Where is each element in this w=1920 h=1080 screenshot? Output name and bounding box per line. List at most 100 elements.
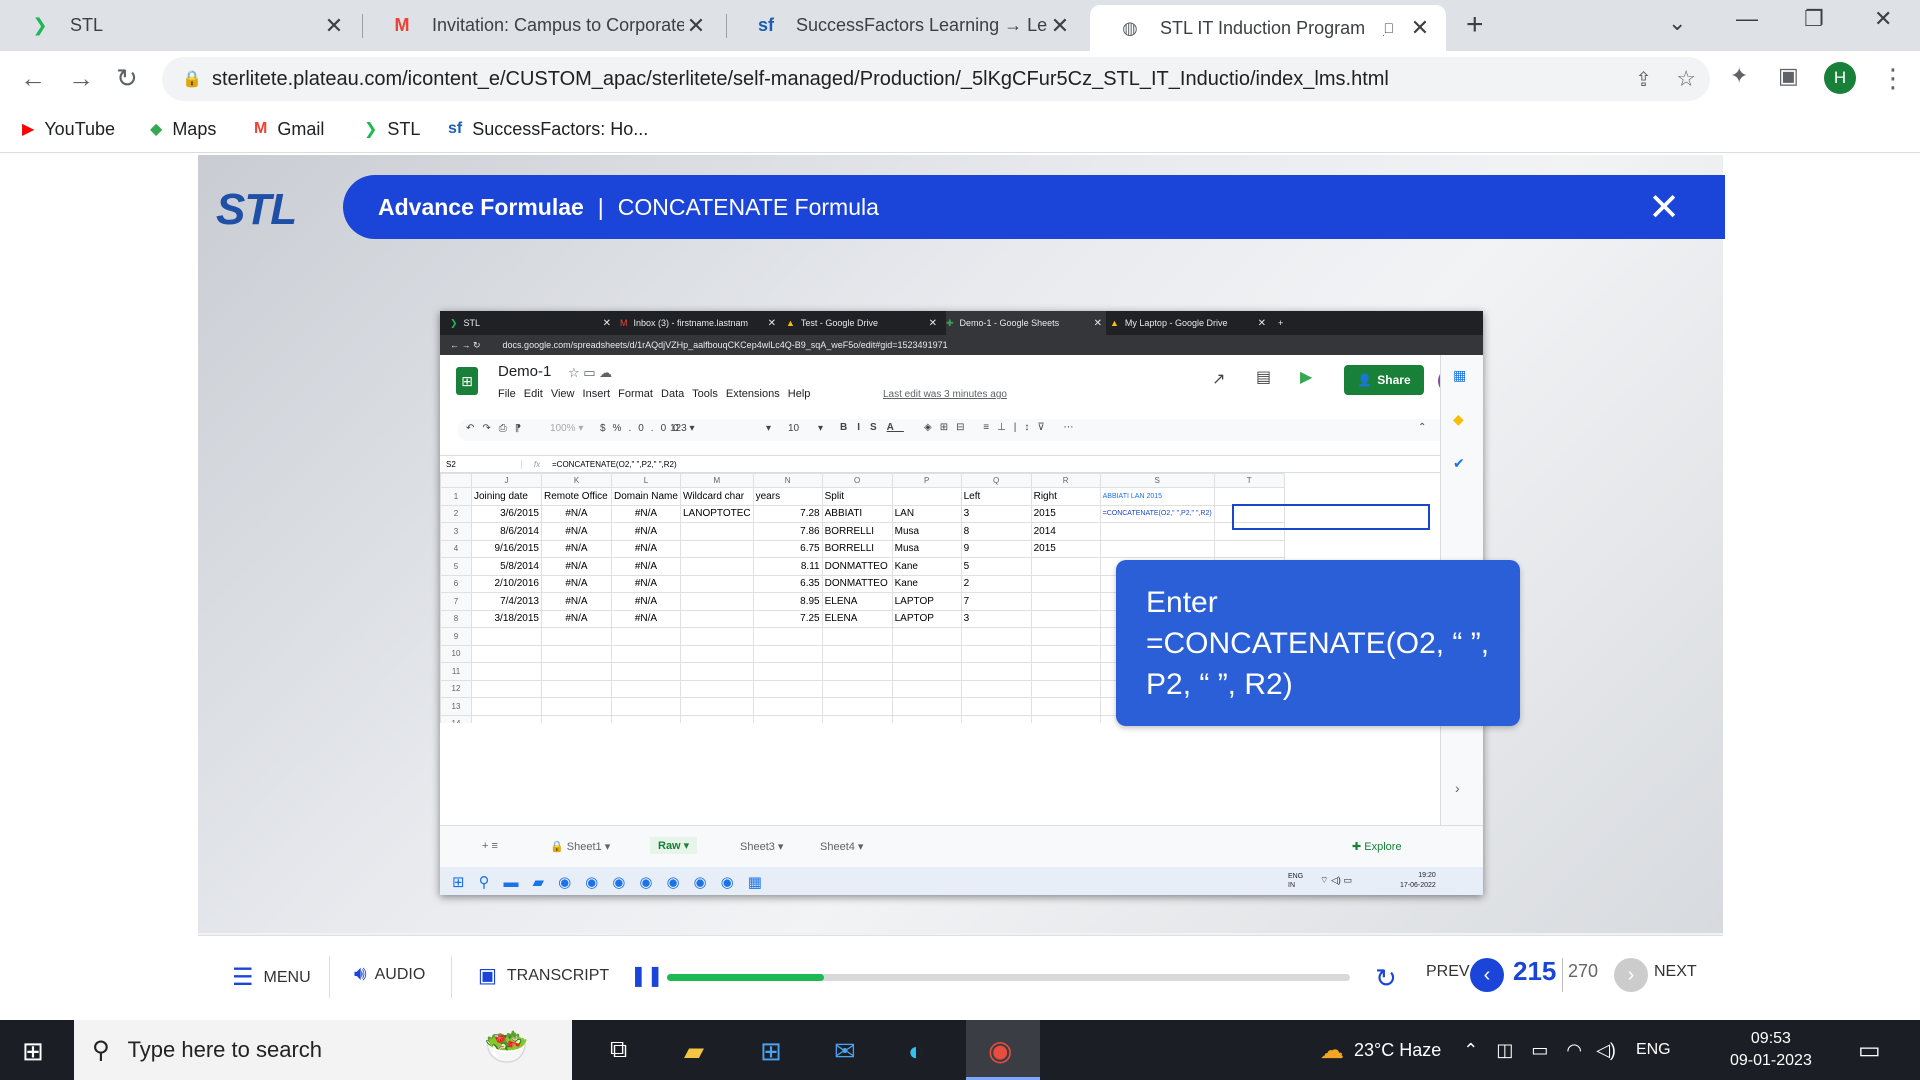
- close-window-button[interactable]: ✕: [1874, 6, 1892, 32]
- bookmark-gmail[interactable]: M Gmail: [254, 115, 324, 143]
- search-highlight-icon: 🥗: [484, 1026, 529, 1067]
- pause-icon[interactable]: ❚❚: [630, 963, 664, 988]
- mail-icon[interactable]: ✉: [834, 1036, 864, 1066]
- bookmark-maps[interactable]: ◆ Maps: [150, 115, 216, 143]
- table-cell: LAPTOP: [891, 592, 962, 611]
- table-cell: [960, 697, 1032, 716]
- next-label[interactable]: NEXT: [1654, 963, 1697, 981]
- network-icon[interactable]: ◫: [1496, 1040, 1513, 1061]
- browser-tab-successfactors[interactable]: sf SuccessFactors Learning → Learn ✕: [726, 0, 1086, 51]
- tasks-icon: ✔: [1453, 455, 1465, 471]
- table-cell: 9/16/2015: [471, 539, 542, 558]
- address-bar[interactable]: 🔒 sterlitete.plateau.com/icontent_e/CUST…: [162, 57, 1710, 101]
- table-cell: #N/A: [541, 557, 612, 576]
- next-chevron-icon[interactable]: ›: [1614, 958, 1648, 992]
- table-cell: [960, 679, 1032, 698]
- side-panel-icon[interactable]: ▣: [1778, 63, 1799, 89]
- browser-tab-induction[interactable]: ◍ STL IT Induction Program ◀ׅ ✕: [1090, 5, 1446, 51]
- bookmark-youtube[interactable]: ▶ YouTube: [22, 115, 115, 143]
- store-icon[interactable]: ⊞: [760, 1036, 790, 1066]
- taskbar-clock[interactable]: 09:53 09-01-2023: [1730, 1028, 1812, 1072]
- prev-label[interactable]: PREV: [1426, 963, 1470, 981]
- volume-icon[interactable]: ◁): [1596, 1040, 1616, 1061]
- table-cell: Musa: [891, 539, 962, 558]
- table-cell: [752, 627, 823, 646]
- table-cell: [680, 522, 754, 541]
- tab-search-icon[interactable]: ⌄: [1668, 10, 1686, 36]
- sheets-toolbar: ↶↷⎙⁋ 100% ▾ $%.0.00 123 ▾ ▾ 10 ▾ BISA ◈⊞…: [458, 419, 1458, 441]
- browser-tab-invitation[interactable]: M Invitation: Campus to Corporate ✕: [362, 0, 722, 51]
- maps-icon: ◆: [150, 121, 163, 138]
- document-title: Demo-1: [498, 363, 552, 380]
- notification-icon[interactable]: ▭: [1858, 1036, 1881, 1065]
- replay-icon[interactable]: ↻: [1375, 963, 1397, 994]
- embedded-windows-taskbar: ⊞⚲▬▰◉◉◉◉◉◉◉▦ ENG IN ⌔ ◁) ▭ 19:20 17-06-20…: [440, 867, 1483, 895]
- bookmark-star-icon[interactable]: ☆: [1676, 66, 1696, 92]
- browser-tab-bar: ❯ STL ✕ M Invitation: Campus to Corporat…: [0, 0, 1920, 51]
- share-page-icon[interactable]: ⇪: [1635, 67, 1652, 92]
- wifi-icon[interactable]: ◠: [1566, 1040, 1582, 1061]
- slide-title-sub: CONCATENATE Formula: [617, 193, 879, 220]
- bookmark-successfactors[interactable]: sf SuccessFactors: Ho...: [448, 115, 648, 143]
- windows-start-icon[interactable]: ⊞: [22, 1036, 44, 1067]
- menu-button[interactable]: ☰ MENU: [232, 963, 311, 992]
- edge-icon[interactable]: ◐: [908, 1036, 938, 1066]
- table-cell: 3/18/2015: [471, 609, 542, 628]
- table-cell: [960, 644, 1032, 663]
- stl-arrow-icon: ❯: [32, 15, 48, 35]
- progress-bar[interactable]: [667, 974, 1350, 981]
- language-indicator[interactable]: ENG: [1636, 1041, 1671, 1059]
- slide-title-bar: Advance Formulae | CONCATENATE Formula ✕: [343, 175, 1725, 239]
- windows-taskbar: ⊞ ⚲ Type here to search 🥗 ⧉ ▰ ⊞ ✉ ◐ ◉ ☁ …: [0, 1020, 1920, 1080]
- file-explorer-icon[interactable]: ▰: [684, 1036, 714, 1066]
- kebab-menu-icon[interactable]: ⋮: [1880, 63, 1906, 94]
- table-cell: 2: [960, 574, 1032, 593]
- table-cell: =CONCATENATE(O2," ",P2," ",R2): [1099, 504, 1215, 523]
- transcript-button[interactable]: ▣ TRANSCRIPT: [478, 963, 609, 988]
- chrome-taskbar-button[interactable]: ◉: [966, 1020, 1040, 1080]
- close-tab-icon[interactable]: ✕: [322, 13, 346, 39]
- forward-icon[interactable]: →: [68, 63, 94, 94]
- successfactors-icon: sf: [448, 120, 463, 137]
- sheets-header: ⊞ Demo-1 ☆ ▭ ☁ File Edit View Insert For…: [440, 355, 1483, 445]
- browser-tab-stl[interactable]: ❯ STL ✕: [0, 0, 360, 51]
- close-icon[interactable]: ✕: [1648, 185, 1680, 230]
- sheets-logo-icon: ⊞: [456, 367, 478, 395]
- embedded-tab: ▲ My Laptop - Google Drive ✕: [1110, 317, 1266, 329]
- gmail-icon: M: [254, 120, 268, 137]
- table-cell: [471, 627, 542, 646]
- battery-icon[interactable]: ▭: [1531, 1040, 1548, 1061]
- close-tab-icon[interactable]: ✕: [1408, 15, 1432, 41]
- back-icon[interactable]: ←: [20, 63, 46, 94]
- calendar-icon: ▦: [1453, 367, 1467, 383]
- audio-button[interactable]: 🔊︎ AUDIO: [354, 963, 425, 986]
- gmail-icon: M: [394, 15, 410, 35]
- sheet-tab-bar: + ≡ 🔒 Sheet1 ▾ Raw ▾ Sheet3 ▾ Sheet4 ▾ ✚…: [440, 825, 1483, 867]
- extensions-icon[interactable]: ✦: [1730, 63, 1748, 89]
- restore-button[interactable]: ❐: [1804, 6, 1824, 32]
- new-tab-button[interactable]: +: [1466, 8, 1484, 42]
- system-tray: ☁ 23°C Haze ⌃ ◫ ▭ ◠ ◁) ENG: [1320, 1036, 1671, 1064]
- table-cell: [541, 714, 612, 723]
- task-view-icon[interactable]: ⧉: [610, 1036, 640, 1066]
- close-tab-icon[interactable]: ✕: [1048, 13, 1072, 39]
- minimize-button[interactable]: —: [1736, 6, 1758, 32]
- bookmark-stl[interactable]: ❯ STL: [364, 115, 420, 143]
- close-tab-icon[interactable]: ✕: [684, 13, 708, 39]
- table-cell: [471, 662, 542, 681]
- table-cell: [680, 679, 754, 698]
- taskbar-search-box[interactable]: ⚲ Type here to search 🥗: [74, 1020, 572, 1080]
- reload-icon[interactable]: ↻: [116, 63, 138, 94]
- table-cell: [821, 662, 893, 681]
- table-cell: 7: [960, 592, 1032, 611]
- profile-avatar[interactable]: H: [1824, 62, 1856, 94]
- mute-tab-icon[interactable]: ◀ׅ: [1384, 20, 1395, 36]
- progress-fill: [667, 974, 825, 981]
- total-pages: 270: [1568, 961, 1599, 981]
- comment-icon: ▤: [1256, 369, 1272, 386]
- prev-chevron-icon[interactable]: ‹: [1470, 958, 1504, 992]
- table-cell: [960, 627, 1032, 646]
- search-icon: ⚲: [92, 1036, 110, 1064]
- tray-chevron-icon[interactable]: ⌃: [1463, 1040, 1478, 1061]
- stl-arrow-icon: ❯: [364, 121, 378, 138]
